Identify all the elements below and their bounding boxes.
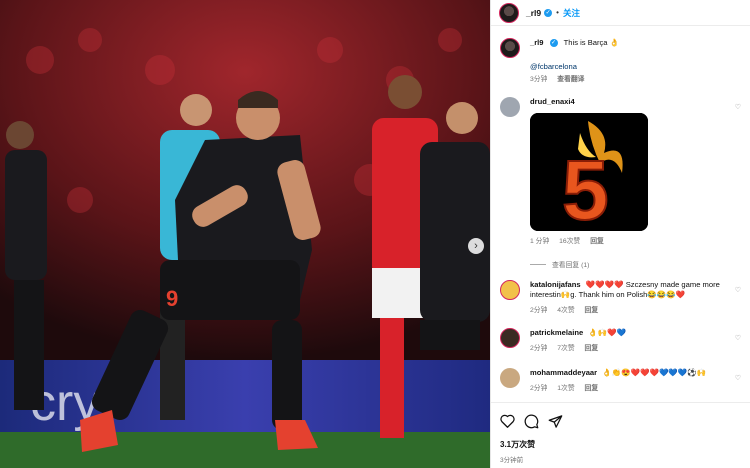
heart-icon[interactable] — [500, 414, 515, 428]
comment-time: 2分钟 — [530, 345, 548, 352]
commenter-avatar[interactable] — [500, 328, 520, 348]
like-comment-heart-icon[interactable]: ♡ — [735, 103, 741, 111]
author-avatar[interactable] — [499, 2, 519, 23]
fire-five-gif: 5 — [530, 113, 648, 231]
caption-emoji: 👌 — [609, 38, 620, 47]
comment-item: mohammaddeyaar 👌👏😍❤️❤️❤️💙💙💙⚽🙌 2分钟 1次赞 回复… — [500, 368, 745, 394]
mention-link[interactable]: @fcbarcelona — [530, 62, 735, 72]
post-side-panel: _rl9 ✓ • 关注 _rl9 ✓ This is Barça 👌 @fcbar… — [490, 0, 750, 468]
post-header: _rl9 ✓ • 关注 — [491, 0, 750, 26]
commenter-avatar[interactable] — [500, 368, 520, 388]
post-time: 3分钟前 — [500, 457, 524, 464]
like-count[interactable]: 3.1万次赞 — [500, 439, 742, 450]
caption-text: This is Barça — [563, 38, 608, 47]
commenter-username[interactable]: drud_enaxi4 — [530, 97, 575, 106]
caption-username[interactable]: _rl9 — [530, 38, 544, 47]
share-icon[interactable] — [548, 414, 563, 429]
like-comment-heart-icon[interactable]: ♡ — [735, 286, 741, 294]
follow-button[interactable]: 关注 — [563, 7, 580, 19]
commenter-avatar[interactable] — [500, 280, 520, 300]
comment-likes[interactable]: 1次赞 — [557, 385, 574, 392]
verified-icon: ✓ — [549, 39, 558, 47]
like-comment-heart-icon[interactable]: ♡ — [735, 334, 741, 342]
chevron-right-icon: › — [474, 239, 478, 252]
comment-item: katalonijafans ❤️❤️❤️❤️ Szczesny made ga… — [500, 280, 745, 316]
separator-dot: • — [556, 8, 559, 17]
comment-time: 2分钟 — [530, 307, 548, 314]
caption-item: _rl9 ✓ This is Barça 👌 @fcbarcelona 3分钟 查… — [500, 38, 745, 85]
post-photo: cryr 9 › — [0, 0, 490, 468]
match-photo-illustration: cryr 9 — [0, 0, 490, 468]
commenter-username[interactable]: patrickmelaine — [530, 328, 583, 337]
verified-icon: ✓ — [544, 8, 553, 17]
reply-button[interactable]: 回复 — [585, 345, 599, 352]
like-comment-heart-icon[interactable]: ♡ — [735, 374, 741, 382]
next-photo-button[interactable]: › — [468, 238, 484, 254]
caption-time: 3分钟 — [530, 76, 548, 83]
comment-time: 2分钟 — [530, 385, 548, 392]
reply-button[interactable]: 回复 — [590, 238, 604, 245]
reply-button[interactable]: 回复 — [585, 307, 599, 314]
shirt-number: 9 — [166, 286, 178, 311]
comment-likes[interactable]: 16次赞 — [559, 238, 580, 245]
comment-time: 1 分钟 — [530, 238, 550, 245]
commenter-avatar[interactable] — [500, 97, 520, 117]
post-actions: 3.1万次赞 3分钟前 — [491, 402, 750, 468]
commenter-username[interactable]: katalonijafans — [530, 280, 581, 289]
see-translation-button[interactable]: 查看翻译 — [557, 76, 584, 83]
reply-button[interactable]: 回复 — [585, 385, 599, 392]
commenter-username[interactable]: mohammaddeyaar — [530, 368, 597, 377]
comment-likes[interactable]: 4次赞 — [557, 307, 574, 314]
view-replies-button[interactable]: 查看回复 (1) — [530, 261, 735, 271]
gif-number: 5 — [562, 143, 609, 231]
comment-item: drud_enaxi4 5 1 分钟 16次赞 回复 查看回复 (1) ♡ — [500, 97, 745, 271]
comment-text: 👌🙌❤️💙 — [588, 328, 627, 337]
comment-icon[interactable] — [524, 414, 539, 429]
caption-avatar[interactable] — [500, 38, 520, 58]
comment-text: 👌👏😍❤️❤️❤️💙💙💙⚽🙌 — [602, 368, 707, 377]
comment-item: patrickmelaine 👌🙌❤️💙 2分钟 7次赞 回复 ♡ — [500, 328, 745, 354]
comment-gif: 5 — [530, 113, 648, 231]
author-username[interactable]: _rl9 — [526, 8, 541, 18]
comment-likes[interactable]: 7次赞 — [557, 345, 574, 352]
